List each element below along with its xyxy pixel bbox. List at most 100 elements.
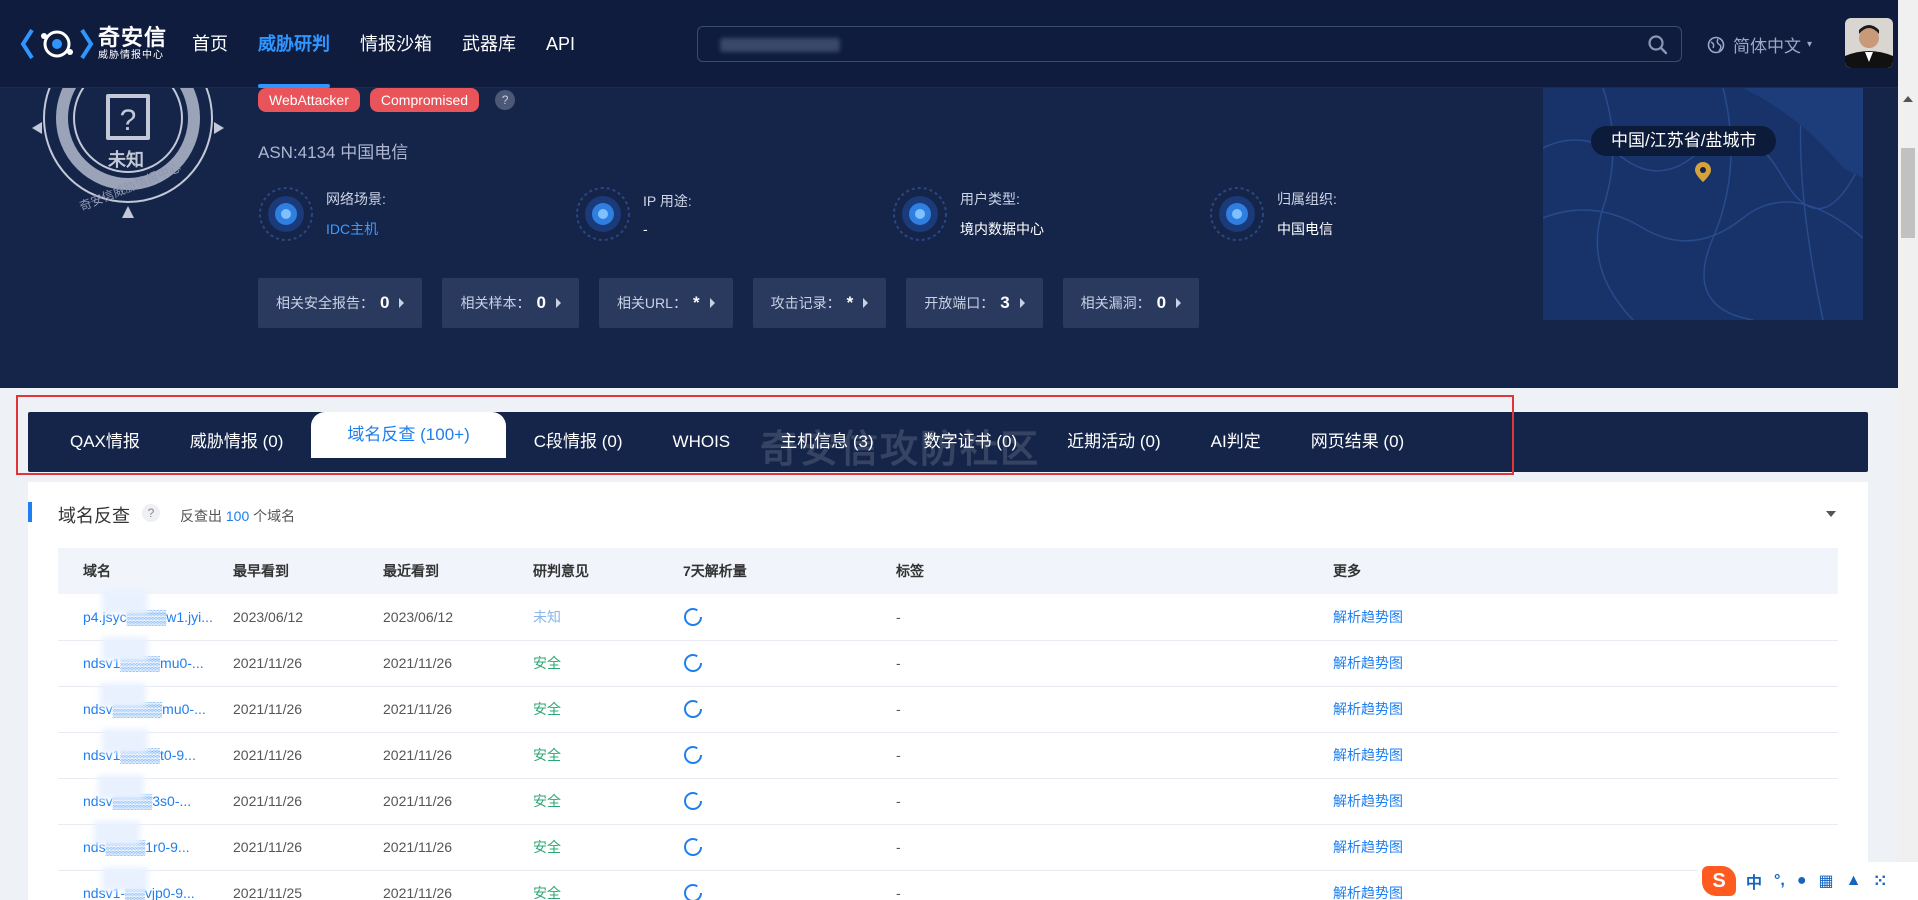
- ime-punctuation[interactable]: °,: [1774, 872, 1785, 890]
- tab[interactable]: WHOIS: [673, 412, 731, 472]
- redaction-mask: [98, 774, 144, 799]
- redaction-mask: [102, 636, 148, 661]
- loading-spinner-icon: [684, 746, 702, 764]
- tab[interactable]: C段情报 (0): [534, 412, 623, 472]
- verdict-status: 未知: [108, 150, 144, 170]
- column-header: 标签: [896, 548, 1333, 594]
- attribute-body: 网络场景: IDC主机: [326, 189, 386, 239]
- nav-item[interactable]: API: [546, 0, 575, 88]
- grid-menu-icon[interactable]: ⁙: [1874, 871, 1887, 891]
- attribute-value[interactable]: IDC主机: [326, 219, 386, 239]
- table-row: ndsv▒▒▒▒3s0-... 2021/11/26 2021/11/26 安全 - 解析…: [58, 774, 1838, 825]
- search-icon[interactable]: [1647, 34, 1669, 56]
- tab[interactable]: 近期活动 (0): [1067, 412, 1161, 472]
- scroll-thumb[interactable]: [1901, 148, 1915, 238]
- search-box[interactable]: [697, 26, 1682, 62]
- column-header: 最近看到: [383, 548, 533, 594]
- ip-usage-icon: [576, 187, 630, 241]
- table-row: p4.jsyc▒▒▒▒w1.jyi... 2023/06/12 2023/06/12…: [58, 590, 1838, 641]
- trend-chart-link[interactable]: 解析趋势图: [1333, 778, 1838, 825]
- last-seen: 2021/11/26: [383, 640, 533, 687]
- map-outline: [1543, 88, 1863, 320]
- summary-suffix: 个域名: [253, 508, 296, 524]
- domain-cell: ndsv▒▒▒▒3s0-...: [58, 774, 233, 825]
- ip-overview: ? 未知 奇安信威胁情报中心 WebAttacker Compromised ?…: [0, 88, 1898, 388]
- skin-icon[interactable]: ▲: [1846, 872, 1862, 890]
- loading-spinner-icon: [684, 884, 702, 900]
- microphone-icon[interactable]: ●: [1797, 872, 1807, 890]
- resolve-count-cell: [683, 778, 896, 825]
- redaction-mask: [102, 728, 148, 753]
- stat-button[interactable]: 相关漏洞： 0: [1062, 278, 1200, 328]
- resolve-count-cell: [683, 870, 896, 900]
- tab[interactable]: 域名反查 (100+): [311, 412, 506, 458]
- stat-label: 开放端口：: [924, 295, 995, 311]
- avatar[interactable]: [1845, 18, 1893, 68]
- tab[interactable]: AI判定: [1211, 412, 1261, 472]
- tab[interactable]: 网页结果 (0): [1311, 412, 1405, 472]
- tag-cell: -: [896, 640, 1333, 687]
- stat-label: 攻击记录：: [770, 295, 841, 311]
- loading-spinner-icon: [684, 838, 702, 856]
- stat-value: *: [692, 293, 700, 312]
- threat-tag[interactable]: Compromised: [369, 88, 480, 112]
- collapse-icon[interactable]: [1826, 511, 1836, 517]
- stat-value: 0: [536, 293, 546, 312]
- attribute-body: 归属组织: 中国电信: [1277, 189, 1337, 239]
- ime-mode[interactable]: 中: [1746, 869, 1762, 893]
- attribute-item: IP 用途: -: [575, 186, 892, 242]
- first-seen: 2023/06/12: [233, 594, 383, 641]
- language-switcher[interactable]: 简体中文 ▾: [1707, 32, 1812, 57]
- help-icon[interactable]: ?: [495, 90, 516, 110]
- sogou-logo[interactable]: S: [1702, 866, 1736, 896]
- attribute-body: 用户类型: 境内数据中心: [960, 189, 1044, 239]
- table-row: ndsv1▒▒▒▒mu0-... 2021/11/26 2021/11/26 安全 - 解…: [58, 636, 1838, 687]
- tab[interactable]: 威胁情报 (0): [190, 412, 284, 472]
- scroll-up-icon[interactable]: [1903, 96, 1913, 102]
- table-row: nds▒▒▒▒1r0-9... 2021/11/26 2021/11/26 安全 - 解析…: [58, 820, 1838, 871]
- map-pin-icon: [1695, 162, 1711, 182]
- stat-label: 相关样本：: [460, 295, 531, 311]
- nav-item[interactable]: 武器库: [462, 0, 516, 88]
- first-seen: 2021/11/26: [233, 732, 383, 779]
- stat-button[interactable]: 开放端口： 3: [906, 278, 1043, 328]
- help-icon[interactable]: ?: [142, 504, 160, 522]
- stat-button[interactable]: 攻击记录： *: [752, 278, 887, 328]
- trend-chart-link[interactable]: 解析趋势图: [1333, 594, 1838, 641]
- domain-reverse-panel: 域名反查 ? 反查出 100 个域名 域名 最早看到 最近看到 研判意见 7天解析量 标签…: [28, 482, 1868, 900]
- location-label: 中国/江苏省/盐城市: [1591, 126, 1777, 156]
- last-seen: 2021/11/26: [383, 824, 533, 871]
- nav-item[interactable]: 威胁研判: [258, 0, 330, 88]
- domain-cell: ndsv1▒▒▒▒t0-9...: [58, 728, 233, 779]
- watermark: 奇安信攻防社区: [760, 429, 1041, 471]
- loading-spinner-icon: [684, 700, 702, 718]
- table-row: ndsv▒▒▒▒▒mu0-... 2021/11/26 2021/11/26 安全 - 解…: [58, 682, 1838, 733]
- main-menu: 首页 威胁研判 情报沙箱 武器库 API: [192, 0, 605, 88]
- trend-chart-link[interactable]: 解析趋势图: [1333, 640, 1838, 687]
- scrollbar[interactable]: [1898, 88, 1918, 900]
- caret-right-icon: [399, 298, 405, 308]
- logo[interactable]: 奇安信 威胁情报中心: [20, 22, 167, 66]
- trend-chart-link[interactable]: 解析趋势图: [1333, 686, 1838, 733]
- trend-chart-link[interactable]: 解析趋势图: [1333, 732, 1838, 779]
- stat-button[interactable]: 相关安全报告： 0: [258, 278, 423, 328]
- ime-toolbar[interactable]: S 中 °, ● ▦ ▲ ⁙: [1698, 862, 1918, 900]
- tab[interactable]: QAX情报: [70, 412, 140, 472]
- nav-item[interactable]: 首页: [192, 0, 228, 88]
- search-input[interactable]: [698, 27, 1681, 61]
- location-map[interactable]: 中国/江苏省/盐城市: [1543, 88, 1863, 320]
- resolve-count-cell: [683, 824, 896, 871]
- redaction-mask: [94, 820, 140, 845]
- attribute-value: 境内数据中心: [960, 221, 1044, 237]
- language-label: 简体中文: [1733, 37, 1801, 56]
- attribute-item: 用户类型: 境内数据中心: [892, 186, 1209, 242]
- stat-button[interactable]: 相关样本： 0: [442, 278, 579, 328]
- threat-tag[interactable]: WebAttacker: [258, 88, 360, 112]
- table-body: p4.jsyc▒▒▒▒w1.jyi... 2023/06/12 2023/06/12…: [58, 590, 1838, 900]
- nav-item[interactable]: 情报沙箱: [360, 0, 432, 88]
- stat-value: 3: [1000, 293, 1010, 312]
- stat-button[interactable]: 相关URL： *: [598, 278, 733, 328]
- domain-cell: ndsv1-▒▒vjp0-9...: [58, 866, 233, 900]
- keyboard-icon[interactable]: ▦: [1819, 871, 1834, 891]
- resolve-count-cell: [683, 594, 896, 641]
